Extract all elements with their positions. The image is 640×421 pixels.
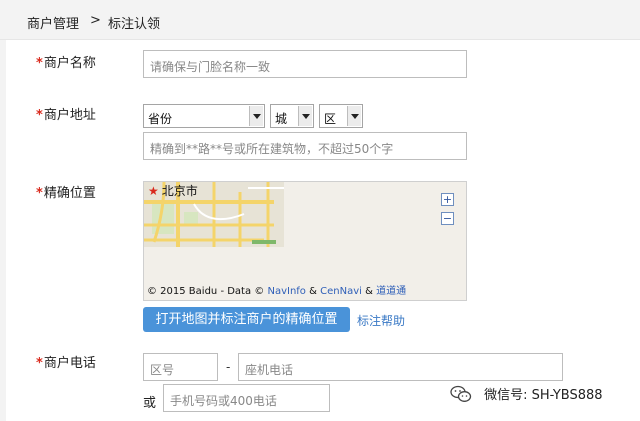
province-select-value: 省份 bbox=[148, 112, 173, 126]
city-select-value: 城 bbox=[275, 112, 288, 126]
map-copyright-amp: & bbox=[309, 286, 317, 297]
phone-dash: - bbox=[226, 360, 231, 374]
mobile-input[interactable]: 手机号码或400电话 bbox=[163, 384, 330, 412]
merchant-address-label: *商户地址 bbox=[36, 104, 96, 123]
map-copyright: © 2015 Baidu - Data © NavInfo & CenNavi … bbox=[147, 282, 406, 297]
required-mark: * bbox=[36, 56, 43, 71]
or-label: 或 bbox=[143, 396, 157, 411]
daodaotong-link[interactable]: 道道通 bbox=[376, 286, 406, 297]
landline-placeholder: 座机电话 bbox=[245, 363, 294, 377]
wechat-watermark: 微信号: SH-YBS888 bbox=[450, 384, 603, 406]
watermark-text: 微信号: SH-YBS888 bbox=[484, 388, 603, 403]
navinfo-link[interactable]: NavInfo bbox=[267, 286, 305, 297]
zoom-out-button[interactable]: − bbox=[441, 212, 454, 225]
merchant-address-label-text: 商户地址 bbox=[43, 108, 96, 123]
star-icon: ★ bbox=[148, 184, 159, 198]
precise-location-label: *精确位置 bbox=[36, 182, 96, 201]
precise-location-label-text: 精确位置 bbox=[43, 186, 96, 201]
chevron-down-icon bbox=[298, 106, 312, 126]
area-code-placeholder: 区号 bbox=[150, 363, 175, 377]
chevron-down-icon bbox=[347, 106, 361, 126]
merchant-phone-label-text: 商户电话 bbox=[43, 356, 96, 371]
breadcrumb: 商户管理 > 标注认领 bbox=[0, 0, 640, 40]
cennavi-link[interactable]: CenNavi bbox=[320, 286, 362, 297]
left-border bbox=[0, 40, 6, 421]
merchant-name-label: *商户名称 bbox=[36, 52, 96, 71]
breadcrumb-section-link[interactable]: 商户管理 bbox=[27, 13, 79, 32]
map-preview[interactable]: ★ 北京市 + − © 2015 Baidu - Data © NavInfo &… bbox=[143, 181, 467, 301]
required-mark: * bbox=[36, 108, 43, 123]
address-detail-placeholder: 精确到**路**号或所在建筑物，不超过50个字 bbox=[150, 142, 394, 156]
province-select[interactable]: 省份 bbox=[143, 104, 265, 128]
district-select-value: 区 bbox=[324, 112, 337, 126]
map-copyright-prefix: © 2015 Baidu - Data © bbox=[147, 286, 265, 297]
city-select[interactable]: 城 bbox=[270, 104, 314, 128]
map-copyright-amp: & bbox=[365, 286, 373, 297]
area-code-input[interactable]: 区号 bbox=[143, 353, 218, 381]
zoom-in-button[interactable]: + bbox=[441, 193, 454, 206]
address-detail-input[interactable]: 精确到**路**号或所在建筑物，不超过50个字 bbox=[143, 132, 467, 160]
merchant-name-input[interactable]: 请确保与门脸名称一致 bbox=[143, 50, 467, 78]
district-select[interactable]: 区 bbox=[319, 104, 363, 128]
required-mark: * bbox=[36, 186, 43, 201]
breadcrumb-current: 标注认领 bbox=[108, 17, 161, 32]
merchant-phone-label: *商户电话 bbox=[36, 352, 96, 371]
required-mark: * bbox=[36, 356, 43, 371]
chevron-down-icon bbox=[249, 106, 263, 126]
map-city-name: 北京市 bbox=[161, 184, 198, 198]
landline-input[interactable]: 座机电话 bbox=[238, 353, 563, 381]
breadcrumb-separator: > bbox=[90, 13, 101, 28]
merchant-name-label-text: 商户名称 bbox=[43, 56, 96, 71]
map-city-label: ★ 北京市 bbox=[148, 182, 198, 199]
merchant-name-placeholder: 请确保与门脸名称一致 bbox=[150, 60, 271, 74]
mark-help-link[interactable]: 标注帮助 bbox=[357, 312, 405, 329]
wechat-icon bbox=[450, 385, 472, 402]
mobile-placeholder: 手机号码或400电话 bbox=[170, 394, 277, 408]
open-map-button[interactable]: 打开地图并标注商户的精确位置 bbox=[143, 307, 350, 332]
